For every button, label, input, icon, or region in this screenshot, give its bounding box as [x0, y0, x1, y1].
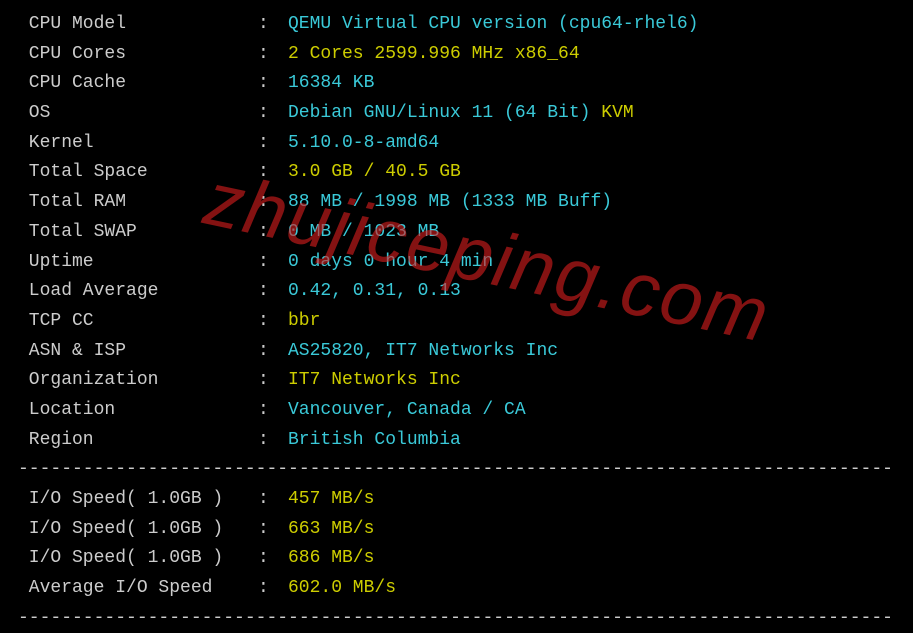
- info-row: Location : Vancouver, Canada / CA: [18, 396, 895, 426]
- info-value: bbr: [288, 307, 320, 337]
- info-row: CPU Model : QEMU Virtual CPU version (cp…: [18, 10, 895, 40]
- info-value: 0 MB / 1023 MB: [288, 218, 439, 248]
- info-value: 16384 KB: [288, 69, 374, 99]
- colon-separator: :: [258, 129, 288, 159]
- info-label: Average I/O Speed: [18, 574, 258, 604]
- info-value: 3.0 GB / 40.5 GB: [288, 158, 461, 188]
- colon-separator: :: [258, 396, 288, 426]
- info-label: CPU Cache: [18, 69, 258, 99]
- info-value: KVM: [601, 99, 633, 129]
- info-label: Total RAM: [18, 188, 258, 218]
- colon-separator: :: [258, 337, 288, 367]
- info-value: 602.0 MB/s: [288, 574, 396, 604]
- colon-separator: :: [258, 515, 288, 545]
- divider-line: ----------------------------------------…: [18, 455, 895, 485]
- info-label: OS: [18, 99, 258, 129]
- colon-separator: :: [258, 485, 288, 515]
- info-label: Kernel: [18, 129, 258, 159]
- info-row: Load Average : 0.42, 0.31, 0.13: [18, 277, 895, 307]
- colon-separator: :: [258, 248, 288, 278]
- colon-separator: :: [258, 188, 288, 218]
- info-label: ASN & ISP: [18, 337, 258, 367]
- colon-separator: :: [258, 69, 288, 99]
- info-value: 686 MB/s: [288, 544, 374, 574]
- terminal-output: CPU Model : QEMU Virtual CPU version (cp…: [18, 10, 895, 633]
- info-row: Organization : IT7 Networks Inc: [18, 366, 895, 396]
- info-row: CPU Cores : 2 Cores 2599.996 MHz x86_64: [18, 40, 895, 70]
- info-label: Load Average: [18, 277, 258, 307]
- colon-separator: :: [258, 307, 288, 337]
- info-row: Average I/O Speed : 602.0 MB/s: [18, 574, 895, 604]
- info-value: AS25820, IT7 Networks Inc: [288, 337, 558, 367]
- info-row: Uptime : 0 days 0 hour 4 min: [18, 248, 895, 278]
- info-label: Region: [18, 426, 258, 456]
- info-label: I/O Speed( 1.0GB ): [18, 485, 258, 515]
- info-row: OS : Debian GNU/Linux 11 (64 Bit) KVM: [18, 99, 895, 129]
- info-row: I/O Speed( 1.0GB ) : 457 MB/s: [18, 485, 895, 515]
- colon-separator: :: [258, 544, 288, 574]
- info-value: 0 days 0 hour 4 min: [288, 248, 493, 278]
- info-label: Uptime: [18, 248, 258, 278]
- divider-line: ----------------------------------------…: [18, 604, 895, 633]
- info-value: 5.10.0-8-amd64: [288, 129, 439, 159]
- info-row: Kernel : 5.10.0-8-amd64: [18, 129, 895, 159]
- info-row: TCP CC : bbr: [18, 307, 895, 337]
- colon-separator: :: [258, 218, 288, 248]
- info-value: 663 MB/s: [288, 515, 374, 545]
- colon-separator: :: [258, 99, 288, 129]
- info-row: Total SWAP : 0 MB / 1023 MB: [18, 218, 895, 248]
- colon-separator: :: [258, 277, 288, 307]
- colon-separator: :: [258, 574, 288, 604]
- colon-separator: :: [258, 426, 288, 456]
- info-value: 0.42, 0.31, 0.13: [288, 277, 461, 307]
- info-row: Region : British Columbia: [18, 426, 895, 456]
- info-label: Total SWAP: [18, 218, 258, 248]
- info-row: ASN & ISP : AS25820, IT7 Networks Inc: [18, 337, 895, 367]
- colon-separator: :: [258, 366, 288, 396]
- info-row: CPU Cache : 16384 KB: [18, 69, 895, 99]
- info-label: TCP CC: [18, 307, 258, 337]
- info-label: CPU Cores: [18, 40, 258, 70]
- colon-separator: :: [258, 40, 288, 70]
- info-row: I/O Speed( 1.0GB ) : 686 MB/s: [18, 544, 895, 574]
- info-value: Debian GNU/Linux 11 (64 Bit): [288, 99, 601, 129]
- info-row: Total RAM : 88 MB / 1998 MB (1333 MB Buf…: [18, 188, 895, 218]
- info-value: 2 Cores 2599.996 MHz x86_64: [288, 40, 580, 70]
- info-label: CPU Model: [18, 10, 258, 40]
- info-label: Location: [18, 396, 258, 426]
- info-row: I/O Speed( 1.0GB ) : 663 MB/s: [18, 515, 895, 545]
- info-label: Total Space: [18, 158, 258, 188]
- colon-separator: :: [258, 158, 288, 188]
- info-label: Organization: [18, 366, 258, 396]
- info-row: Total Space : 3.0 GB / 40.5 GB: [18, 158, 895, 188]
- info-value: Vancouver, Canada / CA: [288, 396, 526, 426]
- info-value: QEMU Virtual CPU version (cpu64-rhel6): [288, 10, 698, 40]
- info-value: 88 MB / 1998 MB (1333 MB Buff): [288, 188, 612, 218]
- info-label: I/O Speed( 1.0GB ): [18, 515, 258, 545]
- info-value: IT7 Networks Inc: [288, 366, 461, 396]
- info-value: 457 MB/s: [288, 485, 374, 515]
- info-label: I/O Speed( 1.0GB ): [18, 544, 258, 574]
- colon-separator: :: [258, 10, 288, 40]
- info-value: British Columbia: [288, 426, 461, 456]
